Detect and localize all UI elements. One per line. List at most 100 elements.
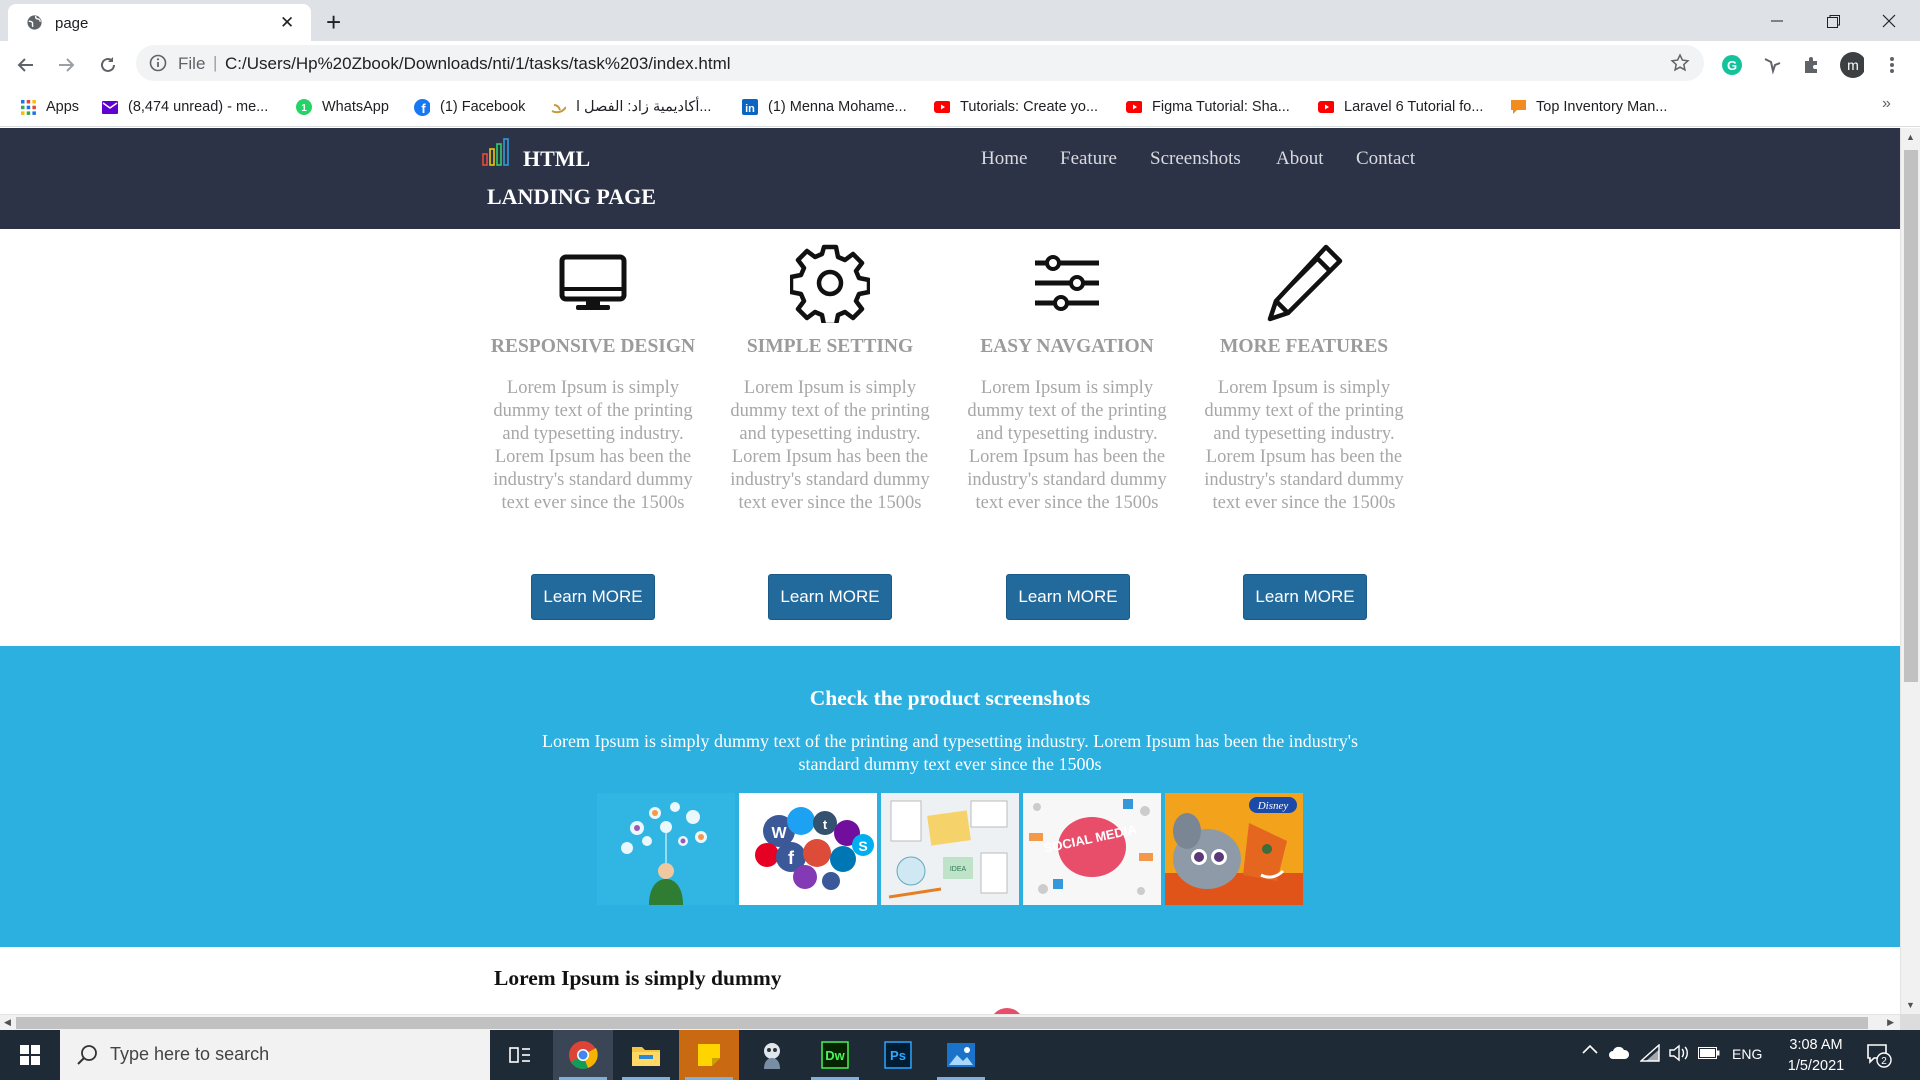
- bookmark-facebook[interactable]: f (1) Facebook: [414, 97, 525, 117]
- info-icon[interactable]: [149, 54, 167, 72]
- profile-avatar[interactable]: m: [1840, 52, 1864, 78]
- bookmark-star-icon[interactable]: [1670, 53, 1690, 73]
- profile-initial: m: [1847, 57, 1859, 73]
- learn-more-button-4[interactable]: Learn MORE: [1243, 574, 1367, 620]
- new-tab-icon[interactable]: +: [326, 7, 341, 38]
- sticky-note-icon: [698, 1044, 720, 1066]
- gear-icon: [724, 238, 936, 328]
- sliders-icon: [961, 238, 1173, 328]
- back-arrow-icon[interactable]: [14, 53, 38, 77]
- restore-icon[interactable]: [1810, 6, 1856, 36]
- clock-date: 1/5/2021: [1787, 1058, 1845, 1074]
- screenshot-thumb-workspace[interactable]: IDEA: [881, 793, 1019, 905]
- screenshot-thumb-social-icons[interactable]: f W t S: [739, 793, 877, 905]
- photoshop-icon: Ps: [884, 1041, 912, 1069]
- logo-text-line1[interactable]: HTML: [523, 146, 590, 172]
- feature-card-more: MORE FEATURES Lorem Ipsum is simply dumm…: [1198, 238, 1410, 515]
- feature-text: Lorem Ipsum is simply dummy text of the …: [967, 378, 1167, 513]
- scroll-right-arrow-icon[interactable]: ▶: [1887, 1017, 1894, 1028]
- reload-icon[interactable]: [96, 53, 120, 77]
- screenshot-thumb-disney[interactable]: Disney: [1165, 793, 1303, 905]
- close-window-icon[interactable]: [1866, 6, 1912, 36]
- bar-chart-logo-icon: [482, 138, 512, 166]
- onedrive-cloud-icon[interactable]: [1608, 1046, 1630, 1060]
- bookmark-label: Tutorials: Create yo...: [960, 99, 1099, 115]
- bookmarks-overflow-icon[interactable]: »: [1882, 95, 1891, 113]
- extensions-puzzle-icon[interactable]: [1800, 53, 1824, 77]
- task-view-button[interactable]: [490, 1030, 550, 1080]
- minimize-icon[interactable]: [1754, 6, 1800, 36]
- vertical-scroll-thumb[interactable]: [1904, 150, 1918, 682]
- menu-kebab-icon[interactable]: [1880, 53, 1904, 77]
- browser-tab[interactable]: page ✕: [8, 4, 311, 41]
- taskbar-sticky-notes[interactable]: [679, 1030, 739, 1080]
- forward-arrow-icon[interactable]: [54, 53, 78, 77]
- svg-text:f: f: [788, 848, 795, 868]
- bookmark-label: (8,474 unread) - me...: [128, 99, 269, 115]
- volume-icon[interactable]: [1668, 1044, 1690, 1062]
- taskbar-photos[interactable]: [931, 1030, 991, 1080]
- vertical-scrollbar[interactable]: ▲ ▼: [1900, 128, 1920, 1014]
- bookmark-apps[interactable]: Apps: [20, 97, 79, 117]
- pencil-icon: [1198, 238, 1410, 328]
- nav-link-home[interactable]: Home: [981, 148, 1027, 170]
- taskbar-dreamweaver[interactable]: Dw: [805, 1030, 865, 1080]
- bookmark-inventory[interactable]: Top Inventory Man...: [1510, 97, 1667, 117]
- svg-text:in: in: [745, 103, 755, 115]
- taskbar-clock[interactable]: 3:08 AM 1/5/2021: [1770, 1035, 1862, 1077]
- learn-more-button-3[interactable]: Learn MORE: [1006, 574, 1130, 620]
- page-viewport: HTML LANDING PAGE Home Feature Screensho…: [0, 128, 1900, 1014]
- horizontal-scroll-thumb[interactable]: [16, 1017, 1868, 1029]
- feature-card-setting: SIMPLE SETTING Lorem Ipsum is simply dum…: [724, 238, 936, 515]
- taskbar-search-box[interactable]: Type here to search: [60, 1030, 490, 1080]
- nav-link-feature[interactable]: Feature: [1060, 148, 1117, 170]
- scroll-up-arrow-icon[interactable]: ▲: [1906, 132, 1915, 142]
- character-app-icon: [764, 1043, 780, 1069]
- taskbar-file-explorer[interactable]: [616, 1030, 676, 1080]
- battery-icon[interactable]: [1698, 1047, 1720, 1059]
- start-button[interactable]: [0, 1030, 60, 1080]
- feature-title: SIMPLE SETTING: [746, 336, 914, 357]
- feature-title: RESPONSIVE DESIGN: [490, 336, 696, 357]
- learn-more-button-2[interactable]: Learn MORE: [768, 574, 892, 620]
- horizontal-scrollbar[interactable]: ◀ ▶: [0, 1014, 1900, 1030]
- bookmark-youtube-laravel[interactable]: Laravel 6 Tutorial fo...: [1318, 97, 1483, 117]
- bookmark-linkedin[interactable]: in (1) Menna Mohame...: [742, 97, 907, 117]
- svg-text:W: W: [771, 825, 787, 842]
- language-indicator[interactable]: ENG: [1732, 1046, 1762, 1062]
- notification-count: 2: [1881, 1056, 1887, 1067]
- nav-link-screenshots[interactable]: Screenshots: [1150, 148, 1241, 170]
- grammarly-icon[interactable]: G: [1720, 53, 1744, 77]
- taskbar-app-character[interactable]: [742, 1030, 802, 1080]
- linkedin-icon: in: [742, 99, 758, 115]
- wifi-icon[interactable]: [1640, 1044, 1660, 1062]
- bookmark-whatsapp[interactable]: 1 WhatsApp: [296, 97, 389, 117]
- logo-text-line2[interactable]: LANDING PAGE: [487, 184, 656, 210]
- taskbar-chrome[interactable]: [553, 1030, 613, 1080]
- nav-link-about[interactable]: About: [1276, 148, 1324, 170]
- bookmark-youtube-tutorials[interactable]: Tutorials: Create yo...: [934, 97, 1098, 117]
- screenshots-section: Check the product screenshots Lorem Ipsu…: [0, 646, 1900, 947]
- notification-center-icon[interactable]: 2: [1866, 1042, 1892, 1068]
- taskbar-photoshop[interactable]: Ps: [868, 1030, 928, 1080]
- chevron-up-icon[interactable]: [1582, 1044, 1598, 1054]
- screenshot-thumb-network[interactable]: [597, 793, 735, 905]
- svg-text:Ps: Ps: [890, 1048, 906, 1063]
- address-bar[interactable]: File | C:/Users/Hp%20Zbook/Downloads/nti…: [136, 45, 1704, 81]
- screenshot-thumb-social-media[interactable]: SOCIAL MEDIA: [1023, 793, 1161, 905]
- extension-sparkle-icon[interactable]: [1760, 53, 1784, 77]
- scheme-label: File: [178, 54, 206, 73]
- scroll-left-arrow-icon[interactable]: ◀: [4, 1017, 11, 1028]
- scroll-down-arrow-icon[interactable]: ▼: [1906, 1000, 1915, 1010]
- bookmark-zad[interactable]: أكاديمية زاد: الفصل ا...: [550, 97, 711, 117]
- bookmark-label: (1) Menna Mohame...: [768, 99, 907, 115]
- tab-close-icon[interactable]: ✕: [280, 13, 294, 33]
- monitor-icon: [487, 238, 699, 328]
- clock-time: 3:08 AM: [1789, 1037, 1843, 1053]
- bookmark-label: (1) Facebook: [440, 99, 526, 115]
- bookmark-youtube-figma[interactable]: Figma Tutorial: Sha...: [1126, 97, 1290, 117]
- learn-more-button-1[interactable]: Learn MORE: [531, 574, 655, 620]
- url-text[interactable]: C:/Users/Hp%20Zbook/Downloads/nti/1/task…: [225, 54, 731, 74]
- nav-link-contact[interactable]: Contact: [1356, 148, 1415, 170]
- bookmark-mail[interactable]: (8,474 unread) - me...: [102, 97, 268, 117]
